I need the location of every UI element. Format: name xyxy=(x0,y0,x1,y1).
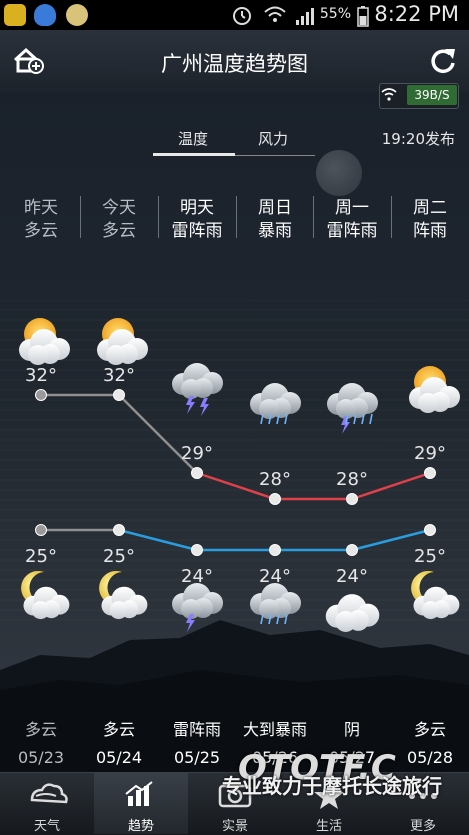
raindrop-icon xyxy=(260,413,264,425)
temperature-label: 32° xyxy=(25,365,57,386)
night-weather: 多云 xyxy=(413,720,446,739)
day-name: 周一 xyxy=(335,198,369,218)
nav-label: 生活 xyxy=(315,819,342,834)
day-separator xyxy=(313,196,314,238)
nav-label: 更多 xyxy=(409,819,436,834)
day-date: 05/23 xyxy=(17,748,65,767)
temperature-label: 24° xyxy=(259,566,291,587)
day-weather: 多云 xyxy=(24,221,58,241)
lightning-icon xyxy=(341,416,350,434)
day-name: 周二 xyxy=(413,198,447,218)
temperature-label: 25° xyxy=(103,546,135,567)
temperature-label: 24° xyxy=(181,566,213,587)
temperature-label: 25° xyxy=(25,546,57,567)
night-weather: 多云 xyxy=(102,720,135,739)
notification-app-icon xyxy=(4,4,26,26)
temperature-label: 28° xyxy=(259,469,291,490)
battery-icon xyxy=(357,6,369,27)
nav-label: 实景 xyxy=(221,819,248,834)
weather-notify-icon xyxy=(66,4,88,26)
day-name: 明天 xyxy=(180,198,214,218)
day-weather: 暴雨 xyxy=(258,221,292,241)
wifi-small-icon xyxy=(381,88,397,101)
partly-cloudy-night-icon xyxy=(413,586,460,620)
day-separator xyxy=(158,196,159,238)
low-point xyxy=(35,524,47,536)
high-point xyxy=(424,467,436,479)
nav-label: 天气 xyxy=(33,819,60,834)
lightning-icon xyxy=(186,396,195,414)
temperature-label: 32° xyxy=(103,365,135,386)
night-weather: 大到暴雨 xyxy=(242,720,307,739)
partly-cloudy-night-icon xyxy=(101,586,148,620)
network-speed-value: 39B/S xyxy=(407,85,457,105)
low-point xyxy=(191,544,203,556)
low-point xyxy=(113,524,125,536)
battery-percent: 55% xyxy=(319,6,351,22)
tab-active-underline xyxy=(153,153,235,156)
lightning-icon xyxy=(200,398,209,416)
partly-cloudy-night-icon xyxy=(23,586,70,620)
night-weather: 阴 xyxy=(343,720,360,739)
temperature-label: 28° xyxy=(336,469,368,490)
day-name: 今天 xyxy=(102,198,136,218)
day-weather: 多云 xyxy=(102,221,136,241)
temperature-trend-chart xyxy=(19,318,460,632)
day-name: 周日 xyxy=(258,198,292,218)
temperature-label: 29° xyxy=(181,443,213,464)
low-point xyxy=(424,524,436,536)
moon-decoration xyxy=(316,150,362,196)
day-name: 昨天 xyxy=(24,198,58,218)
page-title: 广州温度趋势图 xyxy=(161,52,308,76)
bar-chart-icon xyxy=(125,781,153,806)
day-date: 05/24 xyxy=(95,748,143,767)
high-point xyxy=(35,389,47,401)
qq-icon xyxy=(34,4,56,26)
high-point xyxy=(346,493,358,505)
cloud-swirl-icon xyxy=(30,783,68,804)
thunderstorm-cloud-icon xyxy=(327,383,378,419)
raindrop-icon xyxy=(260,613,264,625)
alarm-icon xyxy=(233,7,251,25)
day-weather: 雷阵雨 xyxy=(171,221,223,241)
thunderstorm-cloud-icon xyxy=(172,363,223,399)
day-weather: 阵雨 xyxy=(413,221,447,241)
heavy-rain-cloud-icon xyxy=(250,383,301,419)
temperature-label: 29° xyxy=(414,443,446,464)
day-weather: 雷阵雨 xyxy=(326,221,378,241)
thunderstorm-cloud-icon xyxy=(172,583,223,619)
day-separator xyxy=(391,196,392,238)
nav-label: 趋势 xyxy=(127,819,154,834)
low-point xyxy=(346,544,358,556)
tab-wind[interactable]: 风力 xyxy=(258,128,288,149)
tab-temperature[interactable]: 温度 xyxy=(178,128,208,149)
refresh-icon[interactable] xyxy=(428,46,458,76)
heavy-rain-cloud-icon xyxy=(250,583,301,619)
night-weather: 雷阵雨 xyxy=(172,720,221,739)
publish-time: 19:20发布 xyxy=(381,130,455,148)
watermark-text: 专业致力于摩托长途旅行 xyxy=(222,774,442,798)
status-time: 8:22 PM xyxy=(374,2,459,26)
day-date: 05/28 xyxy=(406,748,454,767)
night-weather: 多云 xyxy=(24,720,57,739)
high-point xyxy=(113,389,125,401)
low-point xyxy=(269,544,281,556)
day-separator xyxy=(236,196,237,238)
raindrop-icon xyxy=(369,413,373,425)
tab-underline xyxy=(235,155,315,156)
wifi-icon xyxy=(264,6,286,22)
high-point xyxy=(191,467,203,479)
high-point xyxy=(269,493,281,505)
temperature-label: 24° xyxy=(336,566,368,587)
day-separator xyxy=(80,196,81,238)
signal-icon xyxy=(296,8,314,25)
temperature-label: 25° xyxy=(414,546,446,567)
day-date: 05/25 xyxy=(173,748,221,767)
